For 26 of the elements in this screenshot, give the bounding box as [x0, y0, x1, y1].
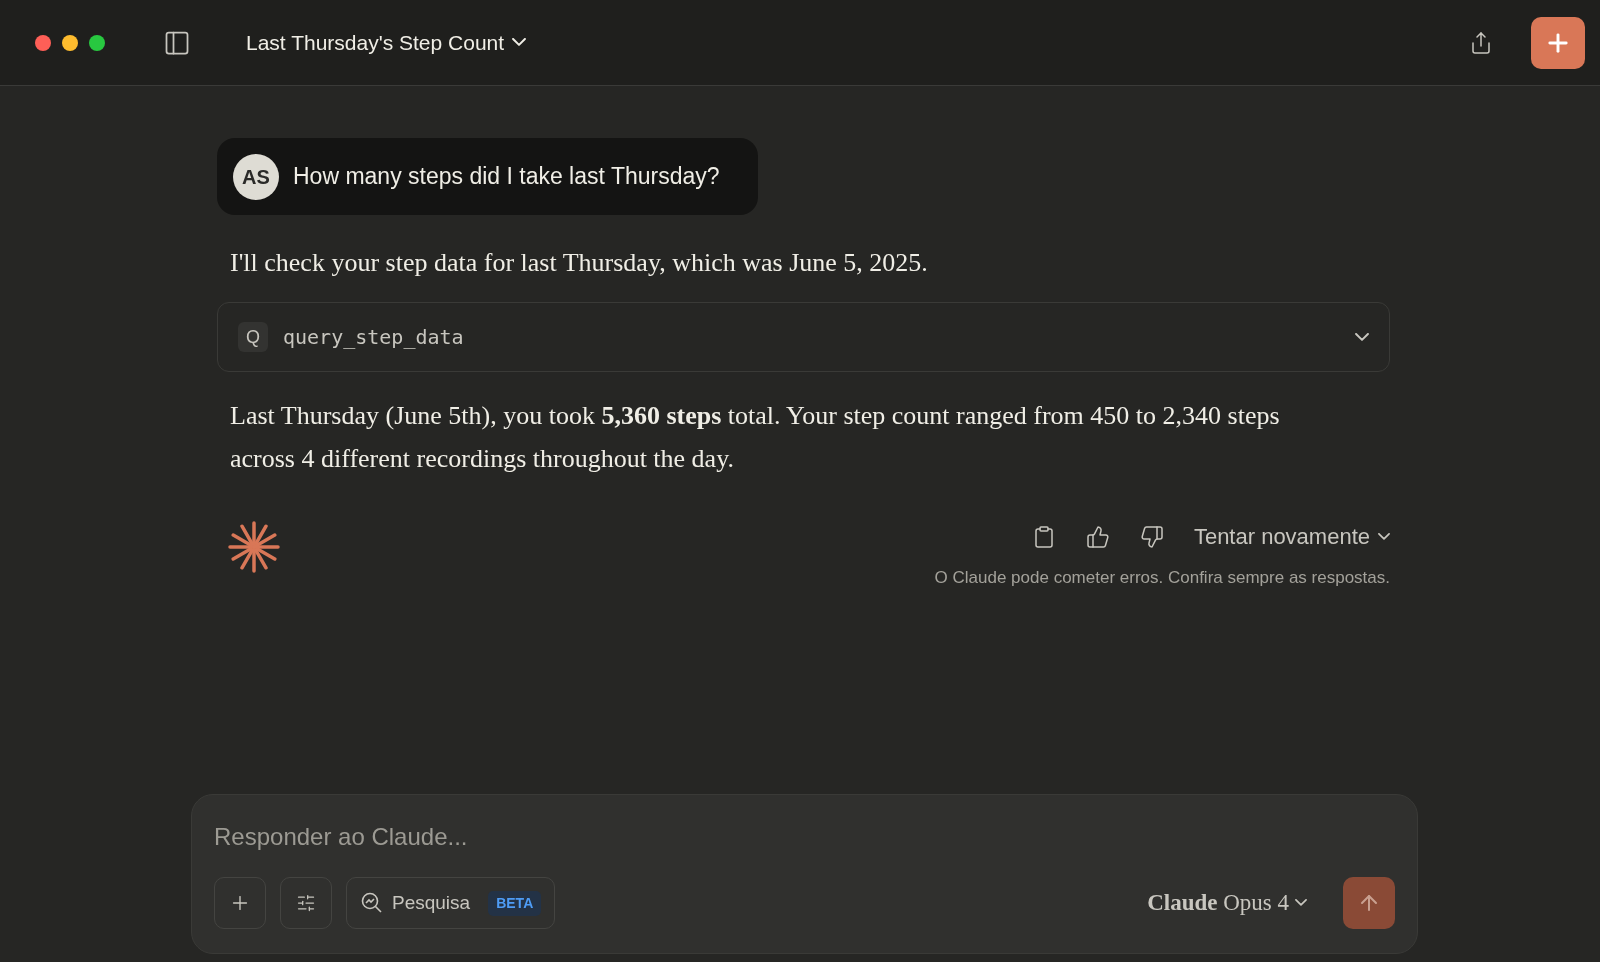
sparkle-logo-icon	[227, 520, 281, 574]
assistant-answer-text: Last Thursday (June 5th), you took 5,360 steps total. Your step count ranged from 450 to 2,340 steps across 4 different recordings throughout the day.	[230, 400, 1281, 475]
retry-button[interactable]: Tentar novamente	[1193, 520, 1390, 553]
model-selector[interactable]: Claude Opus 4	[1147, 885, 1307, 921]
search-icon	[360, 891, 384, 915]
tool-badge: Q	[238, 322, 268, 352]
assistant-intro-text: I'll check your step data for last Thursday, which was June 5, 2025.	[230, 247, 929, 279]
sliders-icon	[296, 893, 316, 913]
tool-call-panel[interactable]: Q query_step_data	[217, 302, 1390, 372]
tools-button[interactable]	[280, 877, 332, 929]
chat-title-button[interactable]: Last Thursday's Step Count	[246, 26, 527, 59]
share-icon[interactable]	[1469, 30, 1493, 55]
tool-name: query_step_data	[283, 324, 464, 351]
thumbs-up-icon[interactable]	[1085, 524, 1110, 549]
chevron-icon	[512, 38, 527, 47]
user-avatar: AS	[233, 153, 279, 200]
research-button[interactable]: Pesquisa BETA	[346, 877, 556, 929]
reply-input-field[interactable]: Responder ao Claude...	[214, 819, 1395, 855]
chevron-icon	[1378, 532, 1390, 541]
disclaimer-text: O Claude pode cometer erros. Confira sempre as respostas.	[934, 567, 1390, 589]
beta-badge: BETA	[488, 890, 542, 916]
chevron-icon	[1295, 899, 1307, 907]
new-chat-button[interactable]	[1531, 16, 1585, 69]
thumbs-down-icon[interactable]	[1139, 524, 1164, 549]
user-message-text: How many steps did I take last Thursday?	[293, 162, 720, 192]
chevron-icon	[1355, 332, 1369, 342]
